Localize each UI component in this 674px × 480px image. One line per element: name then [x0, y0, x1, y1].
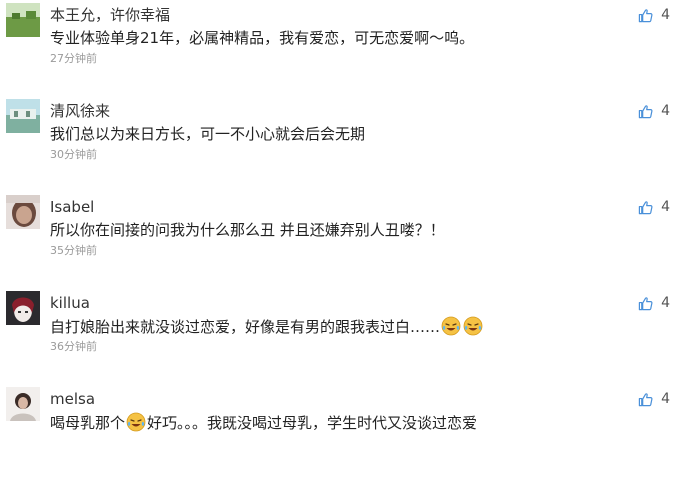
comment-item: melsa 喝母乳那个 好巧。。。我既没喝过母乳，学生时代又没谈过恋爱 4: [0, 384, 674, 480]
timestamp: 36分钟前: [50, 340, 97, 353]
like-count: 4: [661, 7, 670, 23]
comment-item: 本王允，许你幸福 专业体验单身21年，必属神精品，我有爱恋，可无恋爱啊～呜。 2…: [0, 0, 674, 96]
thumbs-up-icon: [638, 296, 653, 310]
comment-item: 清风徐来 我们总以为来日方长，可一不小心就会后会无期 30分钟前 4: [0, 96, 674, 192]
thumbs-up-icon: [638, 104, 653, 118]
comment-text-part1: 喝母乳那个: [50, 414, 126, 432]
comment-text-body: 自打娘胎出来就没谈过恋爱，好像是有男的跟我表过白……: [50, 318, 441, 336]
avatar[interactable]: [6, 3, 40, 37]
laughing-crying-emoji-icon: [463, 316, 483, 336]
avatar[interactable]: [6, 387, 40, 421]
like-button[interactable]: 4: [638, 101, 670, 121]
username[interactable]: killua: [50, 293, 90, 313]
like-button[interactable]: 4: [638, 197, 670, 217]
like-count: 4: [661, 391, 670, 407]
comment-text: 自打娘胎出来就没谈过恋爱，好像是有男的跟我表过白……: [50, 316, 484, 337]
username[interactable]: Isabel: [50, 197, 94, 217]
comment-text-part2: 好巧。。。我既没喝过母乳，学生时代又没谈过恋爱: [147, 414, 478, 432]
thumbs-up-icon: [638, 200, 653, 214]
username[interactable]: 本王允，许你幸福: [50, 5, 170, 25]
comment-text: 喝母乳那个 好巧。。。我既没喝过母乳，学生时代又没谈过恋爱: [50, 412, 477, 433]
like-button[interactable]: 4: [638, 5, 670, 25]
comment-item: killua 自打娘胎出来就没谈过恋爱，好像是有男的跟我表过白…… 36分钟前 …: [0, 288, 674, 384]
thumbs-up-icon: [638, 8, 653, 22]
avatar[interactable]: [6, 195, 40, 229]
like-button[interactable]: 4: [638, 389, 670, 409]
comment-item: Isabel 所以你在间接的问我为什么那么丑 并且还嫌弃别人丑喽？！ 35分钟前…: [0, 192, 674, 288]
timestamp: 27分钟前: [50, 52, 97, 65]
comment-feed: 本王允，许你幸福 专业体验单身21年，必属神精品，我有爱恋，可无恋爱啊～呜。 2…: [0, 0, 674, 434]
like-count: 4: [661, 295, 670, 311]
username[interactable]: melsa: [50, 389, 95, 409]
like-count: 4: [661, 103, 670, 119]
avatar[interactable]: [6, 99, 40, 133]
comment-text: 所以你在间接的问我为什么那么丑 并且还嫌弃别人丑喽？！: [50, 221, 445, 239]
laughing-crying-emoji-icon: [441, 316, 461, 336]
thumbs-up-icon: [638, 392, 653, 406]
like-button[interactable]: 4: [638, 293, 670, 313]
timestamp: 30分钟前: [50, 148, 97, 161]
like-count: 4: [661, 199, 670, 215]
comment-text: 我们总以为来日方长，可一不小心就会后会无期: [50, 125, 366, 143]
avatar[interactable]: [6, 291, 40, 325]
username[interactable]: 清风徐来: [50, 101, 110, 121]
comment-text: 专业体验单身21年，必属神精品，我有爱恋，可无恋爱啊～呜。: [50, 29, 475, 47]
laughing-crying-emoji-icon: [126, 412, 146, 432]
timestamp: 35分钟前: [50, 244, 97, 257]
